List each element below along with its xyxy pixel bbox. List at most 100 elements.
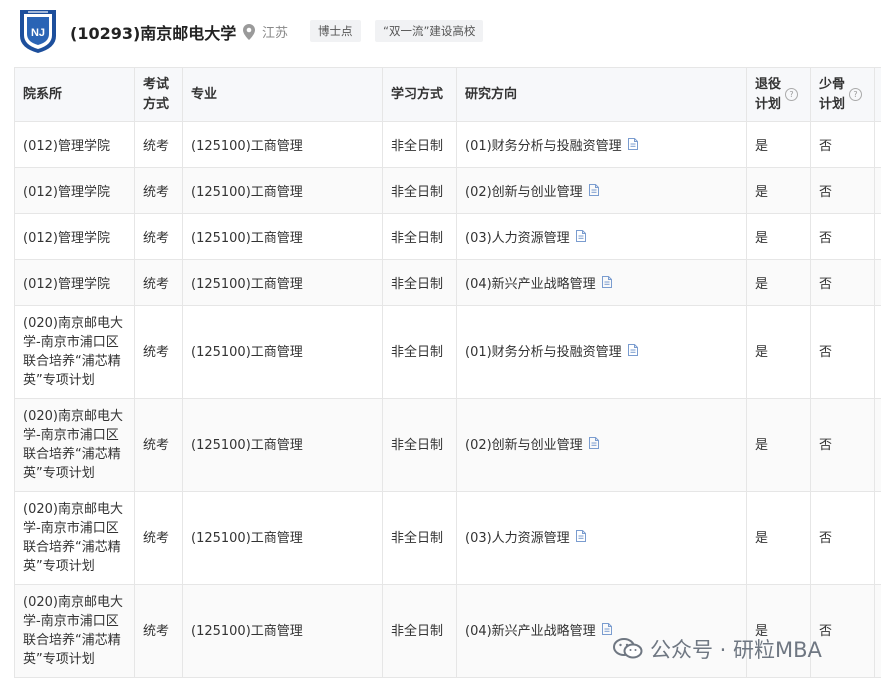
cell-minority-text: 否 <box>819 139 833 154</box>
tag-doctoral: 博士点 <box>310 20 361 42</box>
cell-retired: 是 <box>746 121 811 168</box>
cell-minority: 否 <box>810 259 875 306</box>
table-row[interactable]: (020)南京邮电大学-南京市浦口区联合培养“浦芯精英”专项计划 统考 (12510… <box>14 491 881 585</box>
cell-major: (125100)工商管理 <box>182 213 383 260</box>
cell-study-text: 非全日制 <box>391 139 444 154</box>
cell-minority: 否 <box>810 213 875 260</box>
cell-dept: (012)管理学院 <box>14 121 135 168</box>
cell-minority-text: 否 <box>819 277 833 292</box>
svg-text:NJ: NJ <box>31 27 45 39</box>
cell-retired-text: 是 <box>755 185 769 200</box>
cell-direction-text: (01)财务分析与投融资管理 <box>465 344 622 360</box>
cell-dept-text: (020)南京邮电大学-南京市浦口区联合培养“浦芯精英”专项计划 <box>23 316 123 388</box>
cell-exam: 统考 <box>134 491 183 585</box>
cell-study: 非全日制 <box>382 213 457 260</box>
cell-major-text: (125100)工商管理 <box>191 623 303 639</box>
document-icon[interactable] <box>588 184 599 200</box>
document-icon[interactable] <box>575 230 586 246</box>
cell-major-text: (125100)工商管理 <box>191 185 303 200</box>
table-row[interactable]: (020)南京邮电大学-南京市浦口区联合培养“浦芯精英”专项计划 统考 (12510… <box>14 305 881 399</box>
document-icon[interactable] <box>601 276 612 292</box>
cell-overflow <box>874 491 881 585</box>
cell-minority: 否 <box>810 491 875 585</box>
location-pin-icon <box>243 24 255 40</box>
table-header-row: 院系所 考试 方式 专业 学习方式 研究方向 退役 计划? 少骨 计划? <box>14 67 881 122</box>
cell-minority: 否 <box>810 305 875 399</box>
cell-overflow <box>874 213 881 260</box>
column-header-dept: 院系所 <box>14 67 135 122</box>
cell-direction-text: (02)创新与创业管理 <box>465 437 583 453</box>
column-header-exam: 考试 方式 <box>134 67 183 122</box>
cell-dept: (020)南京邮电大学-南京市浦口区联合培养“浦芯精英”专项计划 <box>14 491 135 585</box>
cell-major: (125100)工商管理 <box>182 167 383 214</box>
school-name[interactable]: (10293)南京邮电大学 <box>70 20 236 44</box>
cell-study: 非全日制 <box>382 259 457 306</box>
cell-exam-text: 统考 <box>143 623 170 639</box>
cell-dept-text: (012)管理学院 <box>23 185 110 200</box>
cell-major: (125100)工商管理 <box>182 305 383 399</box>
table-row[interactable]: (020)南京邮电大学-南京市浦口区联合培养“浦芯精英”专项计划 统考 (12510… <box>14 398 881 492</box>
cell-exam: 统考 <box>134 213 183 260</box>
cell-retired: 是 <box>746 305 811 399</box>
cell-overflow <box>874 398 881 492</box>
cell-study-text: 非全日制 <box>391 277 444 292</box>
cell-major-text: (125100)工商管理 <box>191 437 303 453</box>
cell-study-text: 非全日制 <box>391 231 444 246</box>
cell-study-text: 非全日制 <box>391 623 444 639</box>
document-icon[interactable] <box>575 529 586 548</box>
cell-exam-text: 统考 <box>143 139 170 154</box>
cell-direction: (03)人力资源管理 <box>456 213 747 260</box>
cell-direction: (02)创新与创业管理 <box>456 398 747 492</box>
table-row[interactable]: (012)管理学院 统考 (125100)工商管理 非全日制 (02)创新与创业管理 是 否 <box>14 167 881 214</box>
document-icon[interactable] <box>627 343 638 362</box>
cell-minority-text: 否 <box>819 231 833 246</box>
column-header-direction: 研究方向 <box>456 67 747 122</box>
cell-exam: 统考 <box>134 167 183 214</box>
cell-study: 非全日制 <box>382 398 457 492</box>
cell-major: (125100)工商管理 <box>182 259 383 306</box>
help-icon[interactable]: ? <box>785 88 799 101</box>
cell-study: 非全日制 <box>382 584 457 678</box>
cell-exam-text: 统考 <box>143 185 170 200</box>
cell-study: 非全日制 <box>382 491 457 585</box>
column-header-major: 专业 <box>182 67 383 122</box>
cell-exam-text: 统考 <box>143 231 170 246</box>
cell-study: 非全日制 <box>382 167 457 214</box>
table-row[interactable]: (012)管理学院 统考 (125100)工商管理 非全日制 (01)财务分析与投融资管… <box>14 121 881 168</box>
cell-dept-text: (012)管理学院 <box>23 139 110 154</box>
cell-direction: (01)财务分析与投融资管理 <box>456 121 747 168</box>
cell-exam: 统考 <box>134 584 183 678</box>
cell-direction-text: (01)财务分析与投融资管理 <box>465 138 622 154</box>
watermark: 公众号 · 研粒MBA <box>612 634 822 664</box>
cell-exam: 统考 <box>134 259 183 306</box>
document-icon[interactable] <box>627 138 638 154</box>
cell-minority-text: 否 <box>819 530 833 546</box>
programs-table-container[interactable]: 院系所 考试 方式 专业 学习方式 研究方向 退役 计划? 少骨 计划? (012)管… <box>14 67 881 682</box>
cell-retired: 是 <box>746 167 811 214</box>
cell-direction-text: (04)新兴产业战略管理 <box>465 276 596 292</box>
cell-major-text: (125100)工商管理 <box>191 344 303 360</box>
cell-exam: 统考 <box>134 121 183 168</box>
cell-direction: (04)新兴产业战略管理 <box>456 259 747 306</box>
document-icon[interactable] <box>601 622 612 641</box>
cell-retired: 是 <box>746 213 811 260</box>
cell-overflow <box>874 259 881 306</box>
cell-minority: 否 <box>810 398 875 492</box>
cell-overflow <box>874 305 881 399</box>
table-row[interactable]: (012)管理学院 统考 (125100)工商管理 非全日制 (04)新兴产业战略管理 是… <box>14 259 881 306</box>
cell-major-text: (125100)工商管理 <box>191 277 303 292</box>
cell-overflow <box>874 584 881 678</box>
cell-dept-text: (012)管理学院 <box>23 231 110 246</box>
cell-dept-text: (020)南京邮电大学-南京市浦口区联合培养“浦芯精英”专项计划 <box>23 502 123 574</box>
help-icon[interactable]: ? <box>849 88 863 101</box>
cell-retired: 是 <box>746 259 811 306</box>
location-text: 江苏 <box>262 26 289 41</box>
cell-major: (125100)工商管理 <box>182 121 383 168</box>
cell-dept: (020)南京邮电大学-南京市浦口区联合培养“浦芯精英”专项计划 <box>14 584 135 678</box>
cell-dept: (020)南京邮电大学-南京市浦口区联合培养“浦芯精英”专项计划 <box>14 305 135 399</box>
document-icon[interactable] <box>588 436 599 455</box>
cell-dept-text: (012)管理学院 <box>23 277 110 292</box>
cell-direction-text: (04)新兴产业战略管理 <box>465 623 596 639</box>
table-row[interactable]: (012)管理学院 统考 (125100)工商管理 非全日制 (03)人力资源管理 是 否 <box>14 213 881 260</box>
cell-study: 非全日制 <box>382 305 457 399</box>
